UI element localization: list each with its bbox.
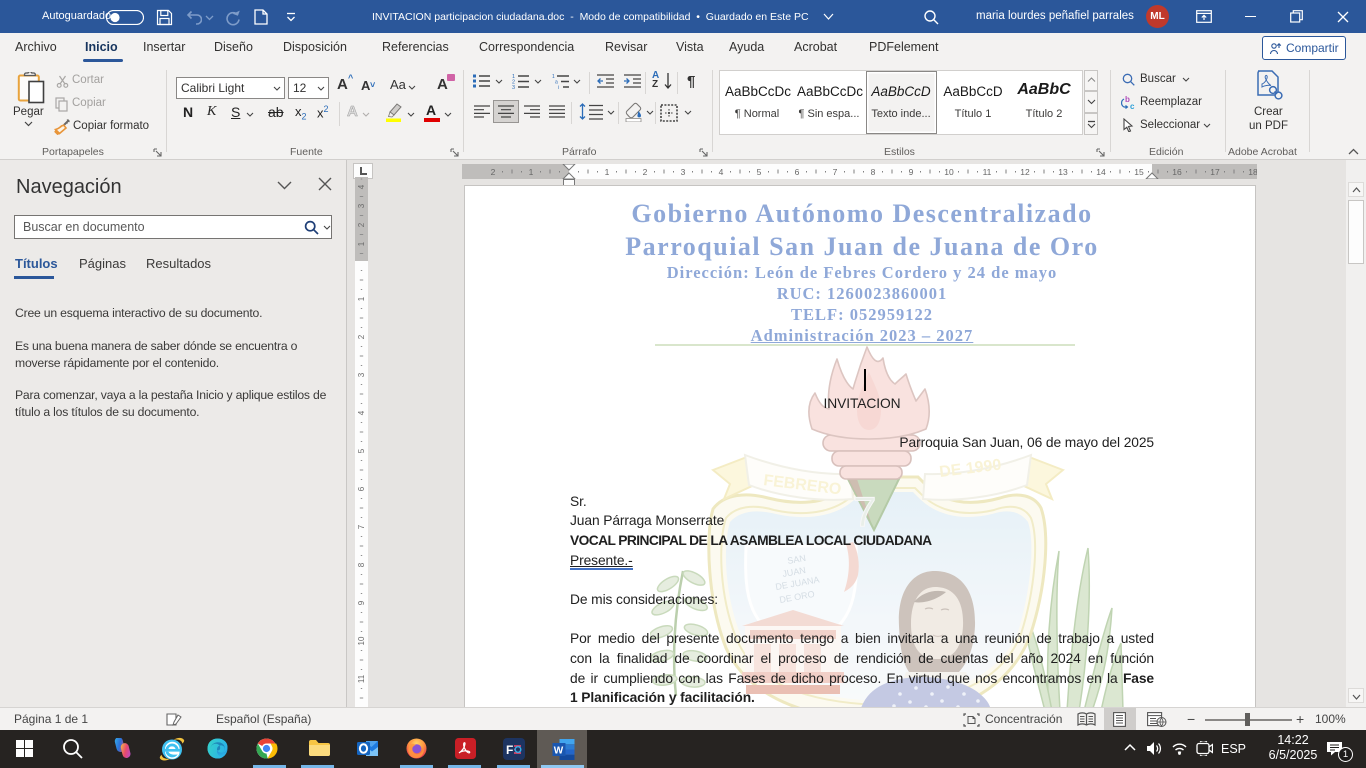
svg-text:5: 5 <box>357 448 366 453</box>
svg-text:7: 7 <box>833 167 838 177</box>
svg-text:10: 10 <box>357 636 366 645</box>
svg-text:10: 10 <box>944 167 954 177</box>
svg-text:7: 7 <box>357 524 366 529</box>
svg-text:c: c <box>1130 102 1135 110</box>
svg-text:15: 15 <box>1134 167 1144 177</box>
svg-text:3: 3 <box>357 372 366 377</box>
svg-text:13: 13 <box>1058 167 1068 177</box>
svg-text:F: F <box>506 743 513 757</box>
svg-text:11: 11 <box>357 674 366 683</box>
svg-text:8: 8 <box>871 167 876 177</box>
svg-text:W: W <box>554 745 564 756</box>
svg-text:3: 3 <box>512 85 515 89</box>
svg-text:1: 1 <box>605 167 610 177</box>
svg-text:2: 2 <box>357 334 366 339</box>
svg-text:1: 1 <box>357 241 366 246</box>
svg-text:14: 14 <box>1096 167 1106 177</box>
svg-text:2: 2 <box>357 222 366 227</box>
svg-text:8: 8 <box>357 562 366 567</box>
svg-text:4: 4 <box>357 184 366 189</box>
svg-text:i: i <box>558 85 559 89</box>
svg-text:4: 4 <box>357 410 366 415</box>
svg-text:3: 3 <box>357 203 366 208</box>
svg-text:16: 16 <box>1172 167 1182 177</box>
svg-text:18: 18 <box>1248 167 1257 177</box>
svg-text:4: 4 <box>719 167 724 177</box>
svg-text:5: 5 <box>757 167 762 177</box>
svg-text:2: 2 <box>643 167 648 177</box>
svg-text:1: 1 <box>357 296 366 301</box>
svg-text:1: 1 <box>529 167 534 177</box>
svg-text:9: 9 <box>909 167 914 177</box>
svg-text:11: 11 <box>983 167 992 177</box>
svg-text:9: 9 <box>357 600 366 605</box>
svg-text:6: 6 <box>357 486 366 491</box>
svg-text:17: 17 <box>1210 167 1220 177</box>
svg-text:3: 3 <box>681 167 686 177</box>
svg-text:6: 6 <box>795 167 800 177</box>
svg-text:2: 2 <box>491 167 496 177</box>
svg-text:12: 12 <box>1020 167 1030 177</box>
